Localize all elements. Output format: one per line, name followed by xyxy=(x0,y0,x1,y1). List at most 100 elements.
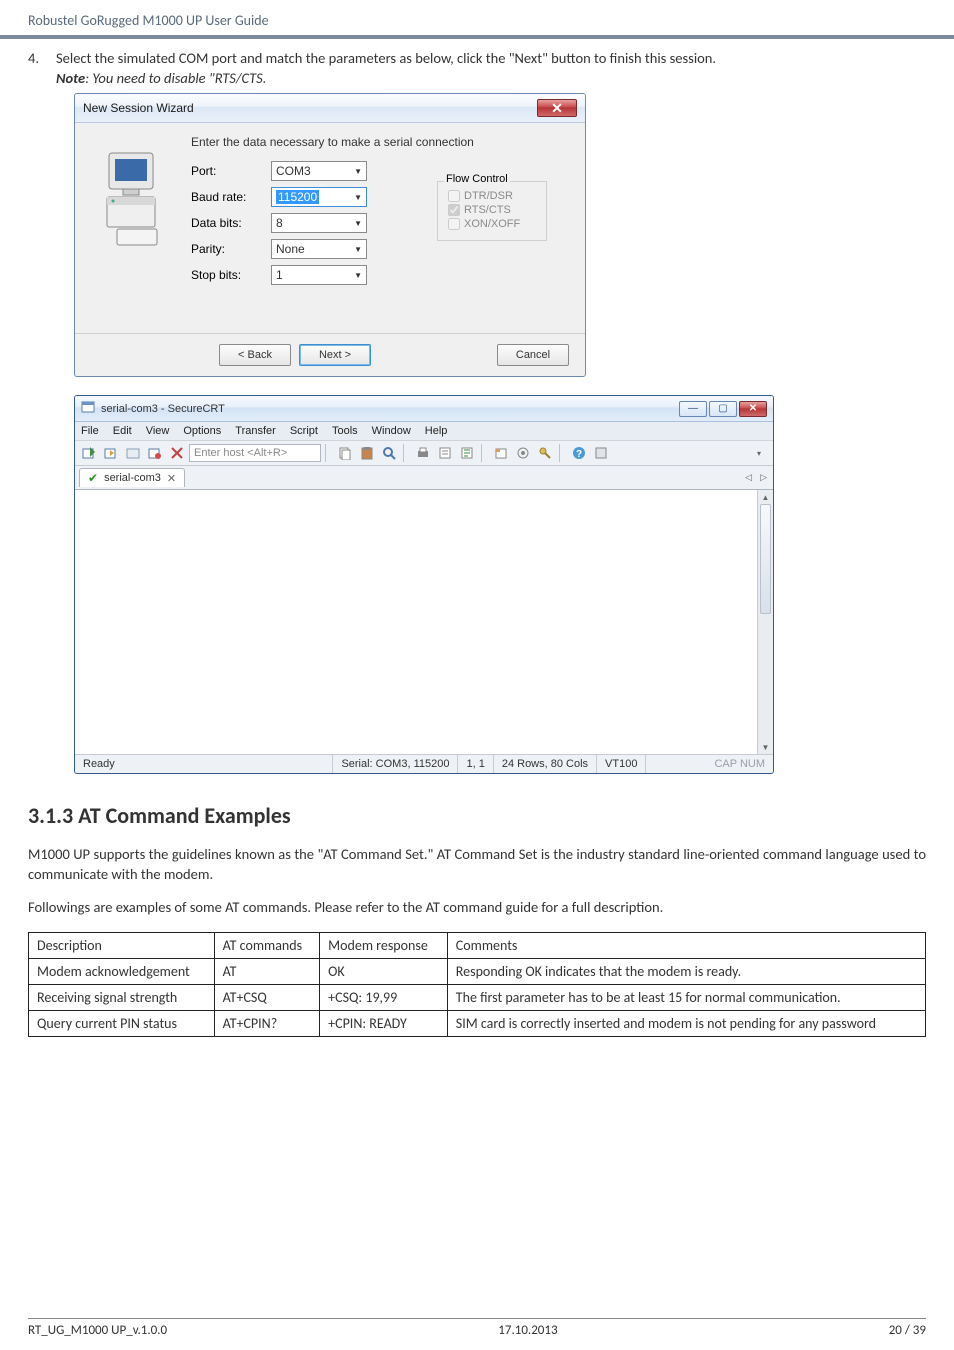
scroll-thumb[interactable] xyxy=(760,504,771,614)
print-icon[interactable] xyxy=(413,444,433,462)
baud-select[interactable]: 115200 ▼ xyxy=(271,187,367,207)
stopbits-label: Stop bits: xyxy=(191,268,271,282)
menu-window[interactable]: Window xyxy=(372,425,411,437)
wizard-computer-icon xyxy=(91,135,181,329)
page-footer: RT_UG_M1000 UP_v.1.0.0 17.10.2013 20 / 3… xyxy=(28,1318,926,1338)
securecrt-window: serial-com3 - SecureCRT — ▢ ✕ File Edit … xyxy=(74,395,774,774)
minimize-icon[interactable]: — xyxy=(679,401,707,417)
menu-edit[interactable]: Edit xyxy=(113,425,132,437)
status-term: VT100 xyxy=(597,755,646,773)
para-2: Followings are examples of some AT comma… xyxy=(28,898,926,918)
status-pos: 1, 1 xyxy=(458,755,493,773)
log-icon[interactable] xyxy=(457,444,477,462)
menu-help[interactable]: Help xyxy=(425,425,448,437)
table-header-row: Description AT commands Modem response C… xyxy=(29,932,926,958)
tab-close-icon[interactable]: ✕ xyxy=(167,472,176,485)
host-input[interactable]: Enter host <Alt+R> xyxy=(189,444,321,462)
rts-checkbox[interactable]: RTS/CTS xyxy=(448,204,536,216)
databits-value: 8 xyxy=(276,216,283,230)
cancel-button[interactable]: Cancel xyxy=(497,344,569,366)
chevron-down-icon: ▼ xyxy=(354,193,362,202)
about-icon[interactable] xyxy=(591,444,611,462)
para-1: M1000 UP supports the guidelines known a… xyxy=(28,845,926,884)
quickconnect-icon[interactable] xyxy=(101,444,121,462)
tab-prev-icon[interactable]: ◁ xyxy=(745,472,752,483)
parity-label: Parity: xyxy=(191,242,271,256)
dtr-checkbox[interactable]: DTR/DSR xyxy=(448,190,536,202)
window-controls: — ▢ ✕ xyxy=(679,401,767,417)
terminal-area[interactable]: ▲ ▼ xyxy=(75,490,773,754)
toolbar-overflow-icon[interactable]: ▾ xyxy=(749,444,769,462)
xon-checkbox[interactable]: XON/XOFF xyxy=(448,218,536,230)
scrt-titlebar[interactable]: serial-com3 - SecureCRT — ▢ ✕ xyxy=(75,396,773,422)
key-icon[interactable] xyxy=(535,444,555,462)
scrollbar[interactable]: ▲ ▼ xyxy=(757,490,773,754)
properties-icon[interactable] xyxy=(435,444,455,462)
page-header: Robustel GoRugged M1000 UP User Guide xyxy=(0,0,954,39)
reconnect-icon[interactable] xyxy=(123,444,143,462)
tab-next-icon[interactable]: ▷ xyxy=(760,472,767,483)
paste-icon[interactable] xyxy=(357,444,377,462)
back-button[interactable]: < Back xyxy=(219,344,291,366)
table-row: Receiving signal strength AT+CSQ +CSQ: 1… xyxy=(29,984,926,1010)
svg-text:?: ? xyxy=(576,449,582,460)
close-icon[interactable]: ✕ xyxy=(739,401,767,417)
help-icon[interactable]: ? xyxy=(569,444,589,462)
menu-file[interactable]: File xyxy=(81,425,99,437)
find-icon[interactable] xyxy=(379,444,399,462)
scrt-title-text: serial-com3 - SecureCRT xyxy=(101,403,673,415)
status-ready: Ready xyxy=(75,755,333,773)
tab-serial-com3[interactable]: ✔ serial-com3 ✕ xyxy=(79,468,185,487)
next-button[interactable]: Next > xyxy=(299,344,371,366)
parity-value: None xyxy=(276,242,305,256)
note-line: Note: You need to disable "RTS/CTS. xyxy=(56,69,926,87)
menu-tools[interactable]: Tools xyxy=(332,425,358,437)
maximize-icon[interactable]: ▢ xyxy=(709,401,737,417)
port-value: COM3 xyxy=(276,164,311,178)
wizard-desc: Enter the data necessary to make a seria… xyxy=(191,135,569,149)
flow-title: Flow Control xyxy=(444,173,510,185)
tab-label: serial-com3 xyxy=(104,472,161,484)
scroll-up-icon[interactable]: ▲ xyxy=(758,490,773,504)
port-label: Port: xyxy=(191,164,271,178)
disconnect-icon[interactable] xyxy=(145,444,165,462)
statusbar: Ready Serial: COM3, 115200 1, 1 24 Rows,… xyxy=(75,754,773,773)
menu-options[interactable]: Options xyxy=(183,425,221,437)
menu-script[interactable]: Script xyxy=(290,425,318,437)
toolbar-separator xyxy=(325,444,331,462)
close-icon[interactable]: ✕ xyxy=(537,99,577,117)
menubar: File Edit View Options Transfer Script T… xyxy=(75,422,773,441)
footer-left: RT_UG_M1000 UP_v.1.0.0 xyxy=(28,1323,167,1338)
table-row: Query current PIN status AT+CPIN? +CPIN:… xyxy=(29,1010,926,1036)
toolbar-separator xyxy=(559,444,565,462)
tab-nav: ◁ ▷ xyxy=(745,472,767,483)
stopbits-select[interactable]: 1 ▼ xyxy=(271,265,367,285)
terminal-icon xyxy=(81,400,95,417)
baud-value: 115200 xyxy=(276,190,319,204)
copy-icon[interactable] xyxy=(335,444,355,462)
status-dot-icon: ✔ xyxy=(88,471,98,485)
port-select[interactable]: COM3 ▼ xyxy=(271,161,367,181)
toolbar-separator xyxy=(481,444,487,462)
wizard-titlebar[interactable]: New Session Wizard ✕ xyxy=(75,94,585,123)
cancel-icon[interactable] xyxy=(167,444,187,462)
menu-view[interactable]: View xyxy=(146,425,170,437)
menu-transfer[interactable]: Transfer xyxy=(235,425,276,437)
note-label: Note xyxy=(56,69,85,87)
step-number: 4. xyxy=(28,49,42,67)
connect-icon[interactable] xyxy=(79,444,99,462)
baud-label: Baud rate: xyxy=(191,190,271,204)
new-session-wizard: New Session Wizard ✕ Enter the data nece… xyxy=(74,93,586,377)
parity-select[interactable]: None ▼ xyxy=(271,239,367,259)
chevron-down-icon: ▼ xyxy=(354,167,362,176)
stopbits-value: 1 xyxy=(276,268,283,282)
settings-icon[interactable] xyxy=(513,444,533,462)
toolbar-separator xyxy=(403,444,409,462)
section-heading: 3.1.3 AT Command Examples xyxy=(28,802,926,829)
databits-label: Data bits: xyxy=(191,216,271,230)
chevron-down-icon: ▼ xyxy=(354,245,362,254)
databits-select[interactable]: 8 ▼ xyxy=(271,213,367,233)
newtab-icon[interactable] xyxy=(491,444,511,462)
scroll-down-icon[interactable]: ▼ xyxy=(758,740,773,754)
th-comment: Comments xyxy=(447,932,925,958)
